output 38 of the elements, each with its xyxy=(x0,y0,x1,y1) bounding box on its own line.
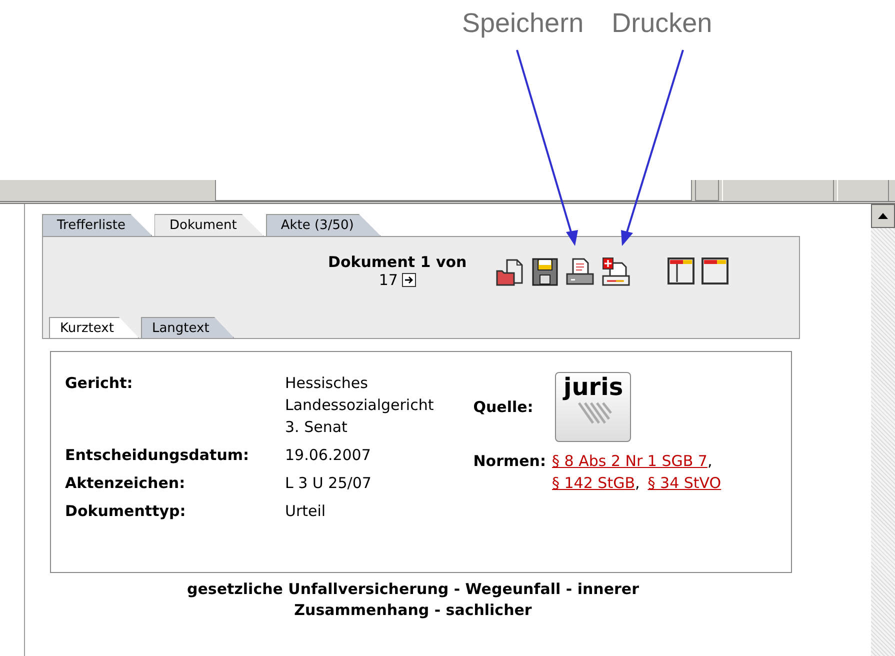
field-value: Landessozialgericht xyxy=(285,395,434,416)
up-arrow-icon xyxy=(878,213,888,219)
tab[interactable]: Trefferliste xyxy=(42,214,152,236)
tab[interactable]: Kurztext xyxy=(49,317,139,338)
document-counter: Dokument 1 von xyxy=(328,253,467,271)
field-label: Aktenzeichen: xyxy=(65,473,186,494)
field-label: Quelle: xyxy=(473,397,534,418)
printer-plus-icon[interactable] xyxy=(600,257,631,287)
tab[interactable]: Dokument xyxy=(154,214,264,236)
field-value: Hessisches xyxy=(285,373,369,394)
source-logo: juris xyxy=(555,372,632,442)
tab[interactable]: Akte (3/50) xyxy=(266,214,381,236)
field-label: Dokumenttyp: xyxy=(65,501,187,522)
field-value: L 3 U 25/07 xyxy=(285,473,372,494)
norm-link[interactable]: § 8 Abs 2 Nr 1 SGB 7 xyxy=(552,452,708,470)
field-label: Gericht: xyxy=(65,373,134,394)
field-value: Urteil xyxy=(285,501,326,522)
folder-document-icon[interactable] xyxy=(494,257,525,287)
separator: , xyxy=(707,452,712,470)
separator: , xyxy=(634,474,640,492)
single-layout-icon[interactable] xyxy=(700,257,729,285)
address-field[interactable] xyxy=(215,180,692,201)
norm-link[interactable]: § 142 StGB xyxy=(552,474,635,492)
document-headline: gesetzliche Unfallversicherung - Wegeunfall - innerer Zusammenhang - sachlicher xyxy=(186,579,640,621)
document-total: 17 xyxy=(378,271,398,289)
norm-link[interactable]: § 34 StVO xyxy=(648,474,722,492)
field-label: Normen: xyxy=(473,451,546,472)
field-label: Entscheidungsdatum: xyxy=(65,445,250,466)
tab[interactable]: Langtext xyxy=(140,317,234,338)
printer-icon[interactable] xyxy=(564,257,595,287)
annotation-label: Drucken xyxy=(612,8,712,40)
next-arrow-icon[interactable] xyxy=(402,273,416,287)
field-value: 3. Senat xyxy=(285,417,348,438)
save-icon[interactable] xyxy=(530,257,559,287)
annotation-label: Speichern xyxy=(462,8,584,40)
scroll-up-button[interactable] xyxy=(871,204,895,228)
split-layout-icon[interactable] xyxy=(666,257,695,285)
field-value: 19.06.2007 xyxy=(285,445,371,466)
